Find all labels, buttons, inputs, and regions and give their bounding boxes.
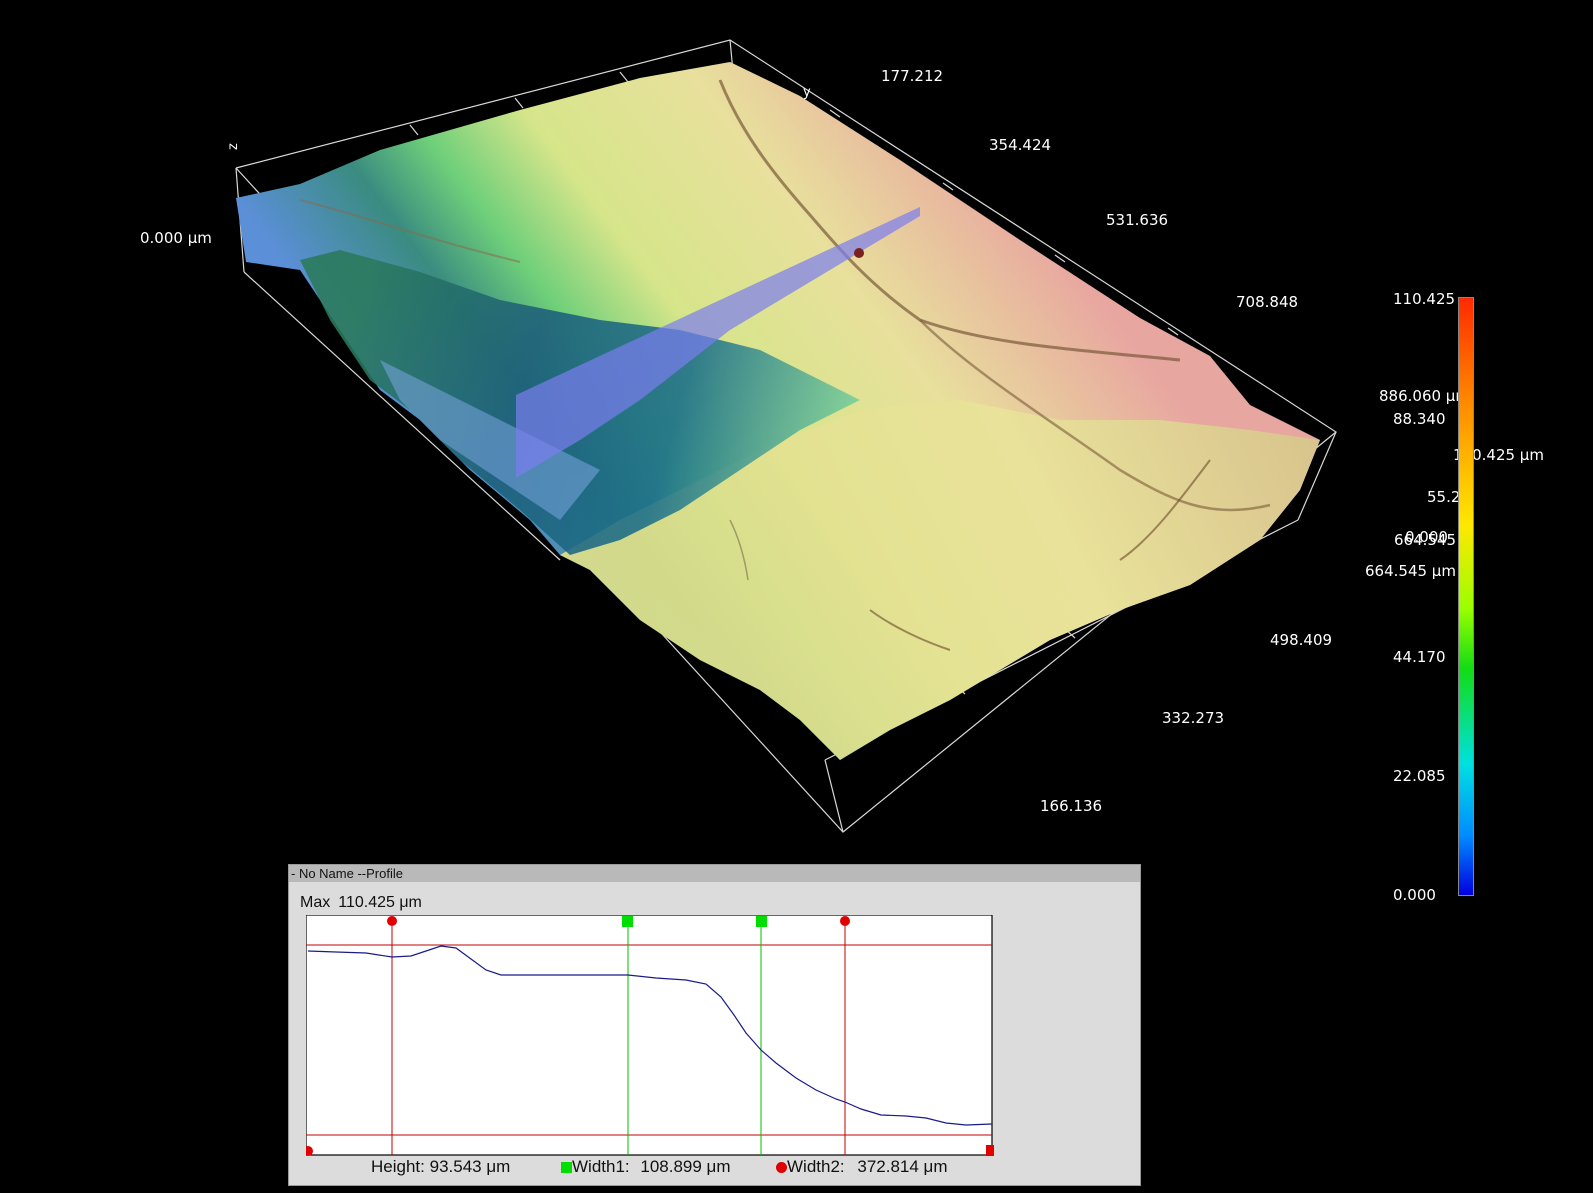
y-tick-label-4: 708.848 (1236, 293, 1299, 311)
cut-plane-marker (854, 248, 864, 258)
profile-max-label: Max (300, 894, 331, 911)
y-tick-label-3: 531.636 (1106, 211, 1169, 229)
height-value: 93.543 μm (429, 1157, 511, 1176)
profile-max-value: 110.425 μm (338, 894, 422, 911)
colorbar-label-2: 88.340 (1393, 410, 1446, 428)
x-tick-label-1: 498.409 (1270, 631, 1333, 649)
width2-readout: Width2: 372.814 μm (776, 1157, 948, 1177)
profile-max: Max 110.425 μm (300, 894, 422, 912)
profile-footer: Height: 93.543 μm Width1: 108.899 μm Wid… (289, 1157, 1140, 1181)
profile-plot[interactable] (306, 915, 994, 1157)
stage: z y 0.000 μm 177.212 354.424 531.636 708… (0, 0, 1593, 1193)
colorbar-label-1: 110.425 (1393, 290, 1456, 308)
y-tick-label-1: 177.212 (881, 67, 944, 85)
width1-label: Width1: (572, 1157, 630, 1176)
width1-handle-left[interactable] (622, 916, 633, 927)
baseline-handle-right[interactable] (986, 1145, 994, 1156)
overlap-label-c: 0.000 (1405, 528, 1448, 546)
width1-marker-icon (561, 1162, 572, 1173)
z-axis-letter: z (226, 143, 241, 150)
profile-window-title[interactable]: - No Name --Profile (289, 865, 1140, 882)
width1-handle-right[interactable] (756, 916, 767, 927)
z-axis-label: 0.000 μm (140, 229, 212, 247)
height-color-bar (1458, 297, 1474, 896)
colorbar-label-6: 0.000 (1393, 886, 1436, 904)
colorbar-label-4: 44.170 (1393, 648, 1446, 666)
x-tick-label-2: 332.273 (1162, 709, 1225, 727)
width2-handle-left[interactable] (387, 916, 397, 926)
width1-value: 108.899 μm (640, 1157, 731, 1176)
y-tick-label-2: 354.424 (989, 136, 1052, 154)
width2-label: Width2: (787, 1157, 845, 1176)
x-end-label: 664.545 μm (1365, 562, 1456, 580)
plot-background (306, 915, 993, 1156)
y-end-label: 886.060 μm (1379, 387, 1470, 405)
x-tick-label-3: 166.136 (1040, 797, 1103, 815)
height-label: Height: (371, 1157, 425, 1176)
height-readout: Height: 93.543 μm (371, 1157, 510, 1177)
colorbar-label-5: 22.085 (1393, 767, 1446, 785)
y-axis-letter: y (803, 85, 811, 100)
width1-readout: Width1: 108.899 μm (561, 1157, 731, 1177)
width2-marker-icon (776, 1162, 787, 1173)
width2-handle-right[interactable] (840, 916, 850, 926)
surface-mesh (236, 62, 1320, 760)
profile-window[interactable]: - No Name --Profile Max 110.425 μm Heigh… (288, 864, 1141, 1186)
width2-value: 372.814 μm (857, 1157, 948, 1176)
surface-3d-view[interactable]: z y (0, 0, 1593, 870)
overlap-label-a: 55.2 (1427, 488, 1461, 506)
